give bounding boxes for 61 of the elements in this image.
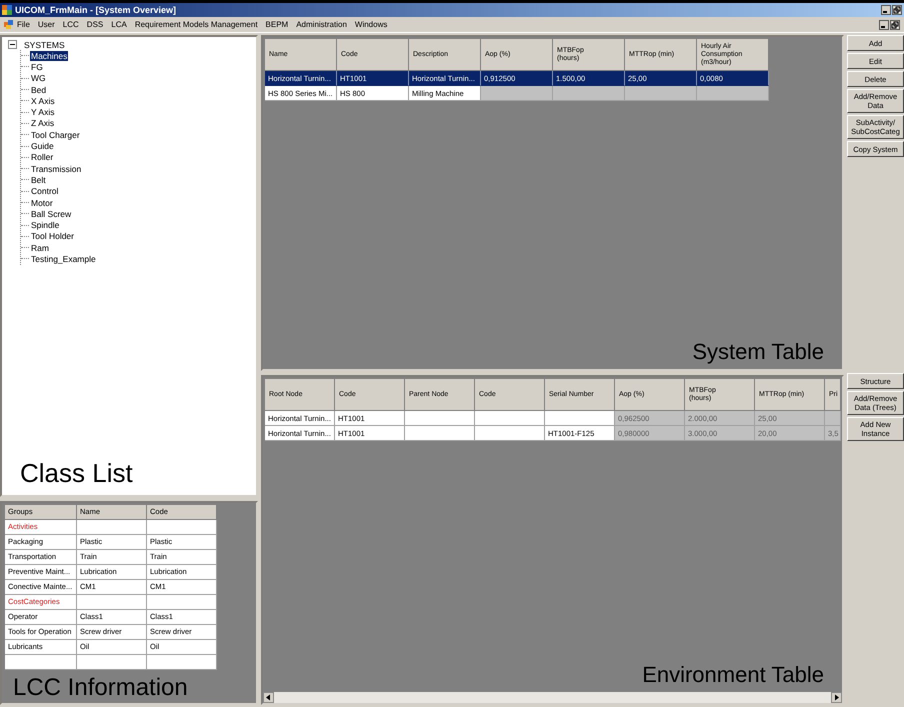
- table-cell: [147, 520, 217, 535]
- tree-item[interactable]: Roller: [30, 152, 54, 162]
- scroll-left-icon[interactable]: [263, 692, 274, 703]
- horizontal-scrollbar[interactable]: [263, 692, 842, 703]
- scroll-right-icon[interactable]: [831, 692, 842, 703]
- tree-item[interactable]: Spindle: [30, 220, 60, 230]
- menu-item[interactable]: User: [34, 20, 59, 29]
- app-icon: [2, 5, 12, 15]
- menu-item[interactable]: Windows: [350, 20, 392, 29]
- table-cell[interactable]: [625, 86, 697, 101]
- menu-item[interactable]: Administration: [292, 20, 351, 29]
- tree-item[interactable]: Guide: [30, 141, 55, 152]
- table-cell: [147, 655, 217, 670]
- panel-label: System Table: [691, 339, 825, 366]
- menu-item[interactable]: File: [13, 20, 34, 29]
- menu-item[interactable]: BEPM: [262, 20, 292, 29]
- tree-item[interactable]: Bed: [30, 84, 48, 95]
- table-cell: [77, 595, 147, 610]
- app-icon: [4, 20, 13, 29]
- menu-item[interactable]: LCA: [107, 20, 131, 29]
- table-cell[interactable]: [405, 426, 475, 441]
- tree-item[interactable]: WG: [30, 73, 47, 84]
- table-cell: [5, 655, 77, 670]
- table-cell: [77, 520, 147, 535]
- tree-item[interactable]: Control: [30, 186, 60, 196]
- table-cell[interactable]: [697, 86, 769, 101]
- table-cell[interactable]: [825, 411, 841, 426]
- tree-item[interactable]: SYSTEMS: [23, 40, 66, 50]
- tree-item[interactable]: FG: [30, 62, 44, 72]
- menu-item[interactable]: LCC: [58, 20, 83, 29]
- menu-item[interactable]: Requirement Models Management: [130, 20, 262, 29]
- tree-item[interactable]: Belt: [30, 174, 47, 185]
- minimize-icon[interactable]: [881, 5, 891, 15]
- table-cell[interactable]: [545, 411, 615, 426]
- tree-item[interactable]: Motor: [30, 198, 54, 208]
- table-cell[interactable]: [475, 426, 545, 441]
- window-title: UICOM_FrmMain - [System Overview]: [15, 5, 176, 15]
- table-cell[interactable]: [475, 411, 545, 426]
- tree-item[interactable]: Transmission: [30, 164, 82, 174]
- panel-label: Environment Table: [641, 662, 825, 689]
- minimize-icon[interactable]: [879, 20, 889, 30]
- panel-label: Class List: [19, 458, 134, 490]
- tree-item[interactable]: Ball Screw: [30, 208, 72, 219]
- restore-icon[interactable]: [892, 5, 902, 15]
- table-cell[interactable]: [553, 86, 625, 101]
- collapse-icon[interactable]: [8, 40, 17, 49]
- tree-item[interactable]: Testing_Example: [30, 254, 97, 264]
- menu-item[interactable]: DSS: [82, 20, 108, 29]
- table-cell: [77, 655, 147, 670]
- tree-item[interactable]: Y Axis: [30, 107, 56, 118]
- restore-icon[interactable]: [890, 20, 900, 30]
- panel-label: LCC Information: [12, 673, 189, 703]
- tree-item[interactable]: X Axis: [30, 96, 56, 106]
- table-cell[interactable]: [481, 86, 553, 101]
- table-cell[interactable]: [405, 411, 475, 426]
- tree-item[interactable]: Ram: [30, 242, 50, 253]
- tree-item[interactable]: Tool Holder: [30, 231, 75, 242]
- tree-item[interactable]: Z Axis: [30, 118, 56, 128]
- table-cell: [147, 595, 217, 610]
- tree-item[interactable]: Tool Charger: [30, 130, 81, 140]
- tree-item[interactable]: Machines: [30, 50, 68, 61]
